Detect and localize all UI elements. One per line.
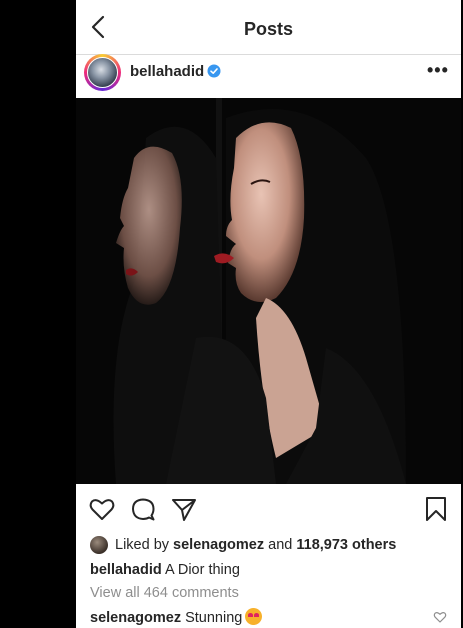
- comment-username[interactable]: selenagomez: [90, 610, 181, 626]
- liker-username[interactable]: selenagomez: [173, 537, 264, 553]
- heart-icon[interactable]: [88, 495, 116, 523]
- post-actions-bar: [76, 484, 461, 532]
- likes-count[interactable]: 118,973 others: [296, 537, 396, 553]
- more-options-button[interactable]: •••: [427, 60, 451, 80]
- likes-middle: and: [264, 537, 297, 553]
- liker-avatar[interactable]: [90, 536, 108, 554]
- comment-text: Stunning: [181, 610, 243, 626]
- post-caption: bellahadid A Dior thing: [90, 562, 240, 578]
- caption-username[interactable]: bellahadid: [90, 562, 162, 578]
- post-header: bellahadid •••: [76, 54, 461, 98]
- photo-image: [76, 98, 461, 484]
- post-photo[interactable]: [76, 98, 461, 484]
- comment-like-heart-icon[interactable]: [433, 610, 447, 624]
- comment-icon[interactable]: [129, 495, 157, 523]
- avatar-image: [87, 57, 118, 88]
- likes-text[interactable]: Liked by selenagomez and 118,973 others: [115, 537, 396, 553]
- instagram-post-screen: Posts bellahadid ••• Liked by selenagome…: [76, 0, 461, 628]
- likes-prefix: Liked by: [115, 537, 174, 553]
- bookmark-icon[interactable]: [422, 495, 450, 523]
- top-nav-bar: Posts: [76, 0, 461, 55]
- avatar[interactable]: [84, 54, 121, 91]
- left-background: [0, 0, 76, 628]
- send-icon[interactable]: [170, 495, 198, 523]
- comment-row: selenagomez Stunning: [90, 608, 263, 626]
- caption-text: A Dior thing: [161, 562, 240, 578]
- verified-badge-icon: [207, 64, 221, 78]
- heart-eyes-emoji-icon: [245, 608, 263, 625]
- view-all-comments-link[interactable]: View all 464 comments: [90, 585, 239, 601]
- post-username[interactable]: bellahadid: [130, 63, 204, 80]
- page-title: Posts: [243, 19, 294, 39]
